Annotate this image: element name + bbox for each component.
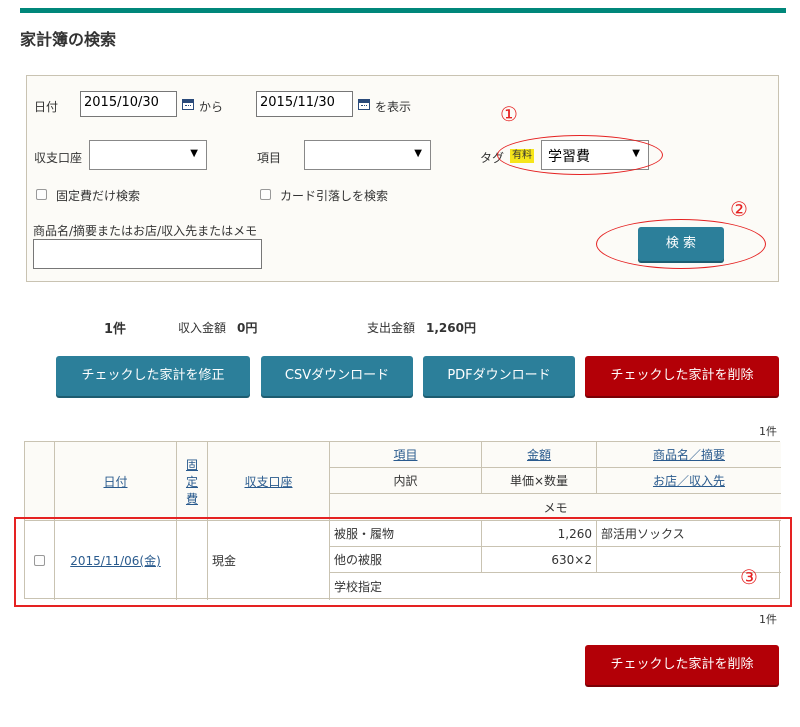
calendar-icon[interactable] xyxy=(358,99,370,110)
delete-checked-button[interactable]: チェックした家計を削除 xyxy=(585,356,779,396)
item-select[interactable]: ▼ xyxy=(304,140,431,170)
annotation-rect-3 xyxy=(14,517,792,607)
income-value: 0円 xyxy=(237,321,258,335)
date-to-input[interactable]: 2015/11/30 xyxy=(256,91,353,117)
page-title: 家計簿の検索 xyxy=(20,30,117,49)
chevron-down-icon: ▼ xyxy=(190,148,198,159)
table-count-top: 1件 xyxy=(759,425,777,438)
expense-label: 支出金額 xyxy=(367,321,416,335)
csv-download-button[interactable]: CSVダウンロード xyxy=(261,356,413,396)
keyword-input[interactable] xyxy=(33,239,262,269)
card-withdrawal-checkbox[interactable] xyxy=(260,189,271,200)
header-breakdown: 内訳 xyxy=(330,468,482,494)
account-select[interactable]: ▼ xyxy=(89,140,207,170)
delete-checked-button-bottom[interactable]: チェックした家計を削除 xyxy=(585,645,779,685)
keyword-label: 商品名/摘要またはお店/収入先またはメモ xyxy=(33,224,258,238)
header-fixed-cost[interactable]: 固 定 費 xyxy=(177,442,208,521)
annotation-number-3: ③ xyxy=(740,565,758,589)
header-item[interactable]: 項目 xyxy=(330,442,482,468)
pdf-download-button[interactable]: PDFダウンロード xyxy=(423,356,575,396)
fixed-cost-label: 固定費だけ検索 xyxy=(56,189,141,203)
result-count: 1件 xyxy=(104,322,127,337)
income-label: 収入金額 xyxy=(178,321,227,335)
edit-checked-button[interactable]: チェックした家計を修正 xyxy=(56,356,250,396)
top-accent-bar xyxy=(20,8,786,13)
annotation-ellipse-1 xyxy=(497,135,663,175)
annotation-ellipse-2 xyxy=(596,219,766,269)
header-amount[interactable]: 金額 xyxy=(482,442,597,468)
account-label: 収支口座 xyxy=(34,151,83,165)
header-product[interactable]: 商品名／摘要 xyxy=(597,442,781,468)
table-count-bottom: 1件 xyxy=(759,613,777,626)
calendar-icon[interactable] xyxy=(182,99,194,110)
header-date[interactable]: 日付 xyxy=(55,442,177,521)
date-from-input[interactable]: 2015/10/30 xyxy=(80,91,177,117)
header-checkbox-column xyxy=(25,442,55,521)
header-account[interactable]: 収支口座 xyxy=(208,442,330,521)
expense-value: 1,260円 xyxy=(426,321,476,335)
card-withdrawal-label: カード引落しを検索 xyxy=(280,189,389,203)
date-from-suffix: から xyxy=(199,100,224,114)
annotation-number-1: ① xyxy=(500,102,518,126)
chevron-down-icon: ▼ xyxy=(414,148,422,159)
item-label: 項目 xyxy=(257,151,282,165)
fixed-cost-checkbox[interactable] xyxy=(36,189,47,200)
date-to-suffix: を表示 xyxy=(375,100,412,114)
date-label: 日付 xyxy=(34,100,59,114)
annotation-number-2: ② xyxy=(730,197,748,221)
header-unit-qty: 単価×数量 xyxy=(482,468,597,494)
header-shop[interactable]: お店／収入先 xyxy=(597,468,781,494)
